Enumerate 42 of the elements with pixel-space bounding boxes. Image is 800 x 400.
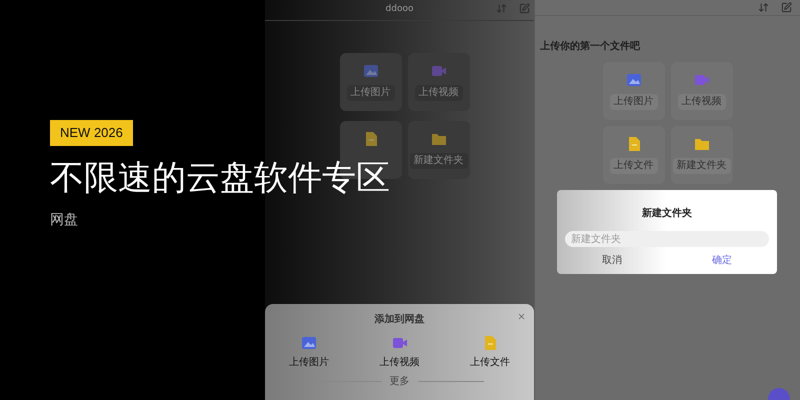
close-icon[interactable] [517, 312, 526, 321]
video-camera-icon [392, 335, 408, 351]
image-icon [626, 72, 642, 88]
video-camera-icon [430, 63, 446, 79]
upload-tile[interactable]: 上传文件 [602, 126, 664, 184]
tile-label: 上传图片 [346, 85, 394, 101]
tile-label: 上传文件 [610, 158, 658, 174]
tile-label: 上传视频 [678, 94, 726, 110]
confirm-button[interactable]: 确定 [667, 253, 777, 268]
folder-icon [694, 136, 710, 152]
folder-name-field[interactable]: 新建文件夹 [565, 231, 769, 247]
edit-icon[interactable] [519, 3, 530, 14]
banner-subtitle: 网盘 [50, 210, 78, 230]
upload-tile[interactable]: 新建文件夹 [670, 126, 732, 184]
sort-icon[interactable] [758, 2, 769, 13]
tile-label: 上传图片 [610, 94, 658, 110]
upload-tile[interactable]: 上传视频 [408, 53, 470, 111]
sheet-option[interactable]: 上传视频 [370, 335, 430, 370]
sheet-title: 添加到网盘 [374, 312, 424, 327]
video-camera-icon [694, 72, 710, 88]
upload-tile[interactable]: 上传视频 [670, 62, 732, 120]
tile-label: 新建文件夹 [410, 153, 468, 169]
banner-title: 不限速的云盘软件专区 [50, 158, 390, 198]
new-badge: NEW 2026 [50, 120, 133, 146]
image-icon [362, 63, 378, 79]
image-icon [301, 335, 317, 351]
app-title: ddooo [386, 3, 414, 16]
upload-tile[interactable]: 上传图片 [340, 53, 402, 111]
section-heading: 上传你的第一个文件吧 [540, 41, 640, 52]
upload-tile[interactable]: 上传图片 [602, 62, 664, 120]
sort-icon[interactable] [496, 3, 507, 14]
document-icon [482, 335, 498, 351]
tile-label: 新建文件夹 [672, 158, 730, 174]
cancel-button[interactable]: 取消 [557, 253, 667, 268]
divider-label: 更多 [390, 375, 410, 389]
folder-icon [430, 131, 446, 147]
tile-label: 上传视频 [414, 85, 462, 101]
sheet-option[interactable]: 上传文件 [460, 335, 520, 370]
upload-tile[interactable]: 新建文件夹 [408, 121, 470, 179]
sheet-option[interactable]: 上传图片 [279, 335, 339, 370]
edit-icon[interactable] [781, 2, 792, 13]
dialog-title: 新建文件夹 [642, 206, 692, 221]
